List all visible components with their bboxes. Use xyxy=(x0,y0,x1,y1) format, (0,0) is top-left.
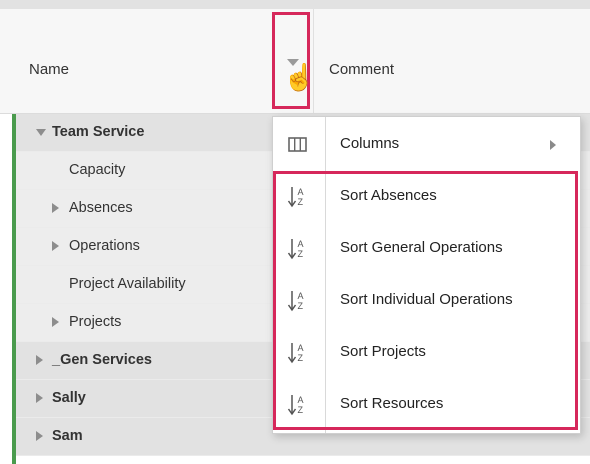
expand-triangle-icon[interactable] xyxy=(52,317,59,327)
name-cell: Project Availability xyxy=(16,266,313,303)
collapse-triangle-icon[interactable] xyxy=(36,129,46,136)
hand-cursor-icon: ☝ xyxy=(283,62,316,92)
columns-icon xyxy=(285,133,311,157)
submenu-arrow-icon xyxy=(550,140,556,150)
row-label: Project Availability xyxy=(69,276,186,292)
name-cell: Projects xyxy=(16,304,313,341)
expand-triangle-icon[interactable] xyxy=(52,203,59,213)
column-header-comment[interactable]: Comment xyxy=(329,61,394,78)
top-strip xyxy=(0,0,590,9)
column-header-name[interactable]: Name xyxy=(29,61,69,78)
row-label: Sam xyxy=(52,428,83,444)
menu-item-columns[interactable]: Columns xyxy=(273,119,580,171)
name-cell: Capacity xyxy=(16,152,313,189)
name-cell: Sam xyxy=(16,418,313,455)
column-menu-button[interactable]: ☝ xyxy=(272,12,315,109)
row-label: _Gen Services xyxy=(52,352,152,368)
row-label: Capacity xyxy=(69,162,126,178)
row-label: Operations xyxy=(69,238,140,254)
name-cell: Operations xyxy=(16,228,313,265)
expand-triangle-icon[interactable] xyxy=(36,355,43,365)
name-cell: Absences xyxy=(16,190,313,227)
sort-options-highlight xyxy=(273,171,578,430)
row-label: Team Service xyxy=(52,124,145,140)
menu-item-label: Columns xyxy=(340,135,400,152)
expand-triangle-icon[interactable] xyxy=(36,393,43,403)
row-label: Sally xyxy=(52,390,86,406)
row-label: Projects xyxy=(69,314,122,330)
expand-triangle-icon[interactable] xyxy=(52,241,59,251)
expand-triangle-icon[interactable] xyxy=(36,431,43,441)
column-context-menu: Columns A Z Sort Absences A Z Sort General Ope… xyxy=(272,116,581,434)
name-cell: Team Service xyxy=(16,114,313,151)
name-cell: _Gen Services xyxy=(16,342,313,379)
name-cell: Sally xyxy=(16,380,313,417)
column-divider xyxy=(313,9,314,113)
row-label: Absences xyxy=(69,200,133,216)
